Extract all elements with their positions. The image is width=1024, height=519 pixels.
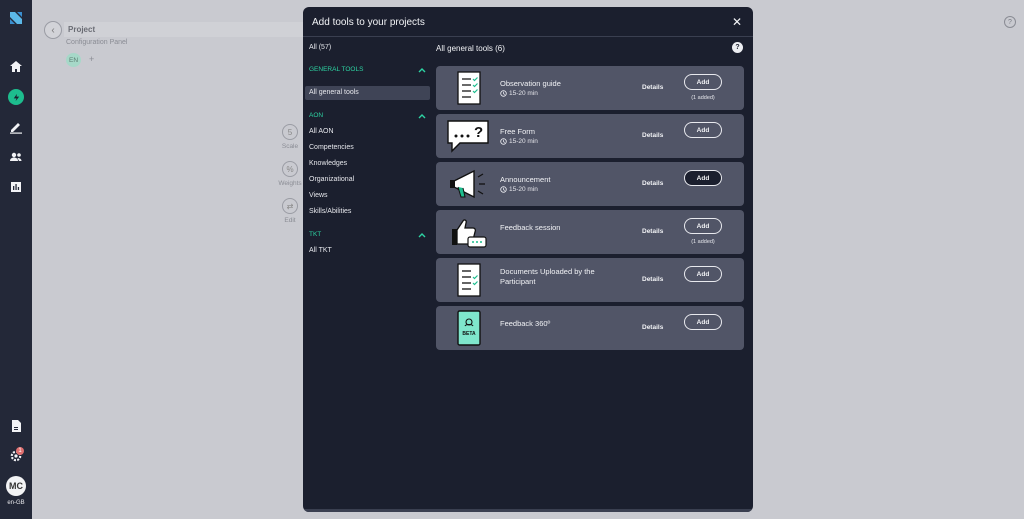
details-link[interactable]: Details (642, 276, 663, 283)
modal-footer-strip (303, 509, 753, 512)
category-group-aon[interactable]: AON (309, 112, 323, 119)
app-logo-icon[interactable] (8, 10, 24, 26)
tool-name: Observation guide (500, 79, 561, 88)
modal-title: Add tools to your projects (312, 17, 425, 28)
users-icon[interactable] (8, 149, 24, 165)
added-count: (1 added) (691, 239, 715, 245)
details-link[interactable]: Details (642, 228, 663, 235)
tool-duration: 15-20 min (500, 90, 538, 97)
swap-icon: ⇄ (282, 198, 298, 214)
help-icon[interactable]: ? (1004, 16, 1016, 28)
chevron-up-icon[interactable] (418, 231, 426, 239)
category-item-all-general-tools[interactable]: All general tools (309, 89, 359, 96)
category-group-tkt[interactable]: TKT (309, 231, 321, 238)
close-icon[interactable]: ✕ (732, 15, 742, 29)
tool-name: Announcement (500, 175, 551, 184)
locale-label: en-GB (7, 500, 25, 506)
pen-icon[interactable] (8, 119, 24, 135)
svg-text:?: ? (474, 124, 483, 141)
tool-card-documents-uploaded: Documents Uploaded by the Participant De… (436, 258, 744, 302)
category-group-general-tools[interactable]: GENERAL TOOLS (309, 66, 363, 73)
tool-duration-text: 15-20 min (509, 186, 538, 193)
edit-label: Edit (284, 217, 296, 224)
beta-tablet-icon: BETA (457, 310, 481, 346)
help-icon[interactable]: ? (732, 42, 743, 53)
notification-badge: 1 (16, 447, 24, 455)
modal-header: Add tools to your projects ✕ (303, 7, 753, 37)
user-avatar[interactable]: MC (6, 476, 26, 496)
speech-bubble-icon: ? (447, 120, 489, 153)
category-item-views[interactable]: Views (309, 192, 328, 199)
add-button[interactable]: Add (684, 314, 722, 330)
document-icon (457, 263, 481, 297)
chart-report-icon[interactable] (8, 179, 24, 195)
home-icon[interactable] (8, 59, 24, 75)
scale-icon: 5 (282, 124, 298, 140)
add-button[interactable]: Add (684, 74, 722, 90)
tool-card-free-form: ? Free Form 15-20 min Details Add (436, 114, 744, 158)
megaphone-icon (450, 169, 485, 199)
details-link[interactable]: Details (642, 132, 663, 139)
category-all[interactable]: All (57) (309, 44, 331, 51)
project-subtitle: Configuration Panel (66, 39, 128, 46)
tool-card-feedback-session: Feedback session Details Add (1 added) (436, 210, 744, 254)
category-item-all-aon[interactable]: All AON (309, 128, 334, 135)
weights-tool[interactable]: % Weights (278, 161, 302, 187)
category-item-knowledges[interactable]: Knowledges (309, 160, 347, 167)
edit-tool[interactable]: ⇄ Edit (278, 198, 302, 224)
back-button[interactable]: ‹ (44, 21, 62, 39)
category-sidebar: All (57) GENERAL TOOLS All general tools… (303, 38, 434, 512)
document-icon[interactable] (8, 418, 24, 434)
tool-name: Documents Uploaded by the Participant (500, 267, 595, 286)
category-item-all-tkt[interactable]: All TKT (309, 247, 332, 254)
thumbs-up-icon (452, 219, 487, 248)
details-link[interactable]: Details (642, 180, 663, 187)
language-chip[interactable]: EN (66, 53, 81, 67)
weights-label: Weights (278, 180, 302, 187)
category-item-competencies[interactable]: Competencies (309, 144, 354, 151)
project-header-bar (64, 22, 304, 37)
details-link[interactable]: Details (642, 84, 663, 91)
tool-name: Feedback session (500, 223, 561, 232)
add-language-button[interactable]: + (89, 54, 94, 64)
clock-icon (500, 138, 507, 145)
tool-name: Feedback 360º (500, 319, 551, 328)
tool-list-title: All general tools (6) (436, 44, 505, 53)
add-button[interactable]: Add (684, 266, 722, 282)
tool-card-announcement: Announcement 15-20 min Details Add (436, 162, 744, 206)
checklist-icon (457, 71, 481, 105)
percent-icon: % (282, 161, 298, 177)
scale-tool[interactable]: 5 Scale (278, 124, 302, 150)
category-item-skills-abilities[interactable]: Skills/Abilities (309, 208, 351, 215)
details-link[interactable]: Details (642, 324, 663, 331)
added-count: (1 added) (691, 95, 715, 101)
clock-icon (500, 90, 507, 97)
add-button[interactable]: Add (684, 122, 722, 138)
chevron-up-icon[interactable] (418, 66, 426, 74)
beta-badge: BETA (462, 331, 476, 337)
add-button[interactable]: Add (684, 218, 722, 234)
clock-icon (500, 186, 507, 193)
category-item-organizational[interactable]: Organizational (309, 176, 354, 183)
add-tools-modal: Add tools to your projects ✕ All (57) GE… (303, 7, 753, 512)
tool-card-feedback-360: BETA Feedback 360º Details Add (436, 306, 744, 350)
tool-card-observation-guide: Observation guide 15-20 min Details Add … (436, 66, 744, 110)
tool-duration-text: 15-20 min (509, 138, 538, 145)
tool-duration: 15-20 min (500, 186, 538, 193)
chevron-up-icon[interactable] (418, 112, 426, 120)
scale-label: Scale (281, 143, 299, 150)
tool-duration: 15-20 min (500, 138, 538, 145)
app-rail: 1 MC en-GB (0, 0, 32, 519)
add-button[interactable]: Add (684, 170, 722, 186)
projects-nav-icon[interactable] (8, 89, 24, 105)
tool-duration-text: 15-20 min (509, 90, 538, 97)
tool-name: Free Form (500, 127, 536, 136)
project-title: Project (68, 25, 96, 34)
